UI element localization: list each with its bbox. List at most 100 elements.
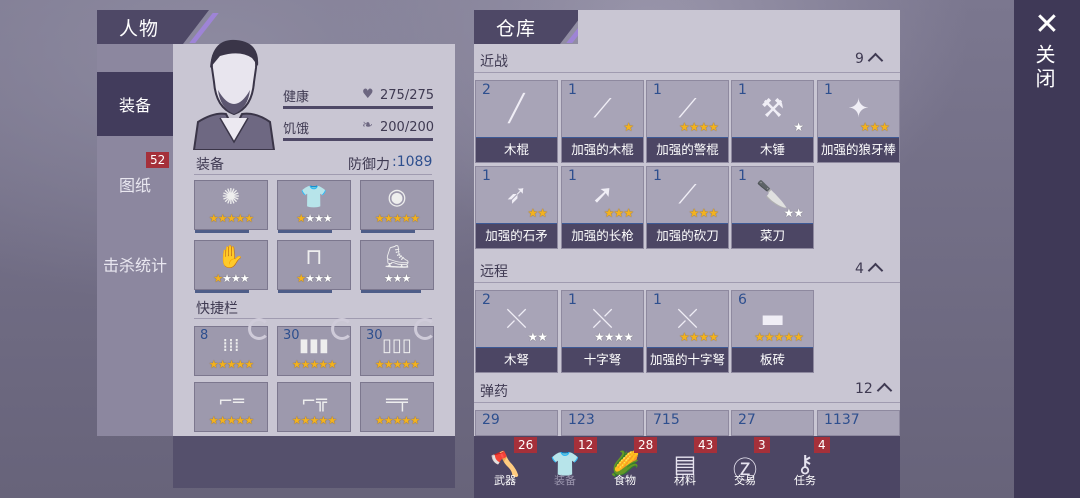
- item-name: 加强的狼牙棒: [818, 138, 899, 162]
- inventory-item[interactable]: 1 ➶ ★★ 加强的石矛: [475, 166, 558, 249]
- category-badge: 12: [574, 437, 598, 453]
- quickbar-slot[interactable]: ⌐╦ ★★★★★: [277, 382, 351, 432]
- item-name: 加强的石矛: [476, 224, 557, 248]
- inventory-item[interactable]: 1 ⚒ ★ 木锤: [731, 80, 814, 163]
- quickbar-slot[interactable]: ⌐═ ★★★★★: [194, 382, 268, 432]
- section-label: 弹药: [480, 384, 508, 400]
- section-count[interactable]: 4: [855, 261, 884, 279]
- inventory-item[interactable]: 1 ✦ ★★★ 加强的狼牙棒: [817, 80, 900, 163]
- equipment-slot[interactable]: 👕 ★★★★: [277, 180, 351, 233]
- item-count: 1137: [824, 412, 860, 428]
- inventory-item[interactable]: 2 ╱ 木棍: [475, 80, 558, 163]
- pants-icon: ⊓: [305, 245, 323, 270]
- stomach-icon: ❧: [362, 118, 373, 133]
- reload-icon[interactable]: [414, 318, 436, 340]
- section-count-value: 12: [855, 381, 873, 397]
- item-name: 加强的木棍: [562, 138, 643, 162]
- quickbar-label: 快捷栏: [196, 301, 238, 317]
- star-rating: ★★★★★: [208, 414, 254, 427]
- item-name: 木弩: [476, 348, 557, 372]
- section-count[interactable]: 12: [855, 381, 893, 399]
- inventory-item[interactable]: 1 ⤬ ★★★★ 十字弩: [561, 290, 644, 373]
- star-rating: ★★★★★: [374, 358, 420, 371]
- equipment-slot[interactable]: ⛸ ★★★: [360, 240, 434, 293]
- shirt-icon: 👕: [300, 185, 328, 210]
- close-label[interactable]: 关闭: [1032, 44, 1059, 92]
- equipment-label: 装备: [196, 157, 224, 173]
- character-portrait: [190, 38, 278, 151]
- warehouse-title: 仓库: [496, 17, 537, 40]
- item-count: 715: [653, 412, 680, 428]
- divider: [194, 174, 432, 175]
- inventory-item[interactable]: 1 ⟋ ★ 加强的木棍: [561, 80, 644, 163]
- item-name: 板砖: [732, 348, 813, 372]
- star-rating: ★★★: [688, 206, 719, 220]
- quickbar-slot[interactable]: ═╤ ★★★★★: [360, 382, 434, 432]
- equipment-slot[interactable]: ✋ ★★★★: [194, 240, 268, 293]
- divider: [474, 72, 900, 73]
- health-label: 健康: [283, 90, 310, 105]
- character-panel-footer: [173, 436, 455, 488]
- warehouse-header: 仓库: [474, 10, 596, 44]
- close-icon[interactable]: ✕: [1030, 8, 1064, 42]
- equipment-slot[interactable]: ✺ ★★★★★: [194, 180, 268, 233]
- item-name: 加强的十字弩: [647, 348, 728, 372]
- equipment-slot[interactable]: ◉ ★★★★★: [360, 180, 434, 233]
- star-rating: ★★★★: [296, 272, 332, 285]
- tab-equipment[interactable]: 装备: [97, 72, 173, 136]
- category-badge: 26: [514, 437, 538, 453]
- warehouse-header-fill: [578, 10, 900, 44]
- tab-equipment-label: 装备: [118, 96, 151, 115]
- shotgun-icon: ⌐═: [218, 391, 244, 412]
- inventory-item[interactable]: 1 ⟋ ★★★ 加强的砍刀: [646, 166, 729, 249]
- inventory-item[interactable]: 123: [561, 410, 644, 436]
- section-count-value: 9: [855, 51, 864, 67]
- star-rating: ★★★: [859, 120, 890, 134]
- section-label: 近战: [480, 54, 508, 70]
- star-rating: ★★: [783, 206, 803, 220]
- defense-value: 1089: [396, 154, 433, 170]
- inventory-item[interactable]: 1 ⟋ ★★★★ 加强的警棍: [646, 80, 729, 163]
- item-name: 加强的砍刀: [647, 224, 728, 248]
- star-rating: ★★★★★: [754, 330, 804, 344]
- tab-kill-stats[interactable]: 击杀统计: [97, 232, 173, 296]
- durability-bar: [195, 230, 249, 233]
- inventory-item[interactable]: 1 ⤬ ★★★★ 加强的十字弩: [646, 290, 729, 373]
- hunger-label: 饥饿: [283, 122, 310, 137]
- gloves-icon: ✋: [217, 245, 245, 270]
- durability-bar: [361, 290, 421, 293]
- category-badge: 4: [814, 437, 830, 453]
- star-rating: ★★★★★: [291, 358, 337, 371]
- durability-bar: [278, 230, 332, 233]
- item-count: 29: [482, 412, 500, 428]
- star-rating: ★: [623, 120, 634, 134]
- inventory-item[interactable]: 2 ⤬ ★★ 木弩: [475, 290, 558, 373]
- tab-blueprints-label: 图纸: [118, 176, 151, 195]
- inventory-item[interactable]: 6 ▬ ★★★★★ 板砖: [731, 290, 814, 373]
- category-badge: 28: [634, 437, 658, 453]
- category-tab-label: 武器: [494, 474, 516, 487]
- health-bar: [283, 106, 433, 109]
- inventory-item[interactable]: 1 ➚ ★★★ 加强的长枪: [561, 166, 644, 249]
- collapse-icon: [867, 52, 884, 69]
- reload-icon[interactable]: [331, 318, 353, 340]
- inventory-item[interactable]: 29: [475, 410, 558, 436]
- inventory-item[interactable]: 27: [731, 410, 814, 436]
- inventory-item[interactable]: 715: [646, 410, 729, 436]
- star-rating: ★★★: [383, 272, 412, 285]
- reload-icon[interactable]: [248, 318, 270, 340]
- durability-bar: [278, 290, 332, 293]
- equipment-slot[interactable]: ⊓ ★★★★: [277, 240, 351, 293]
- star-rating: ★★★★: [678, 330, 719, 344]
- inventory-item[interactable]: 1 🔪 ★★ 菜刀: [731, 166, 814, 249]
- section-label: 远程: [480, 264, 508, 280]
- inventory-item[interactable]: 1137: [817, 410, 900, 436]
- section-count[interactable]: 9: [855, 51, 884, 69]
- collapse-icon: [876, 382, 893, 399]
- item-count: 123: [568, 412, 595, 428]
- divider: [474, 402, 900, 403]
- star-rating: ★★: [527, 330, 547, 344]
- defense-label: 防御力: [348, 157, 390, 173]
- collapse-icon: [867, 262, 884, 279]
- category-tab-label: 交易: [734, 474, 756, 487]
